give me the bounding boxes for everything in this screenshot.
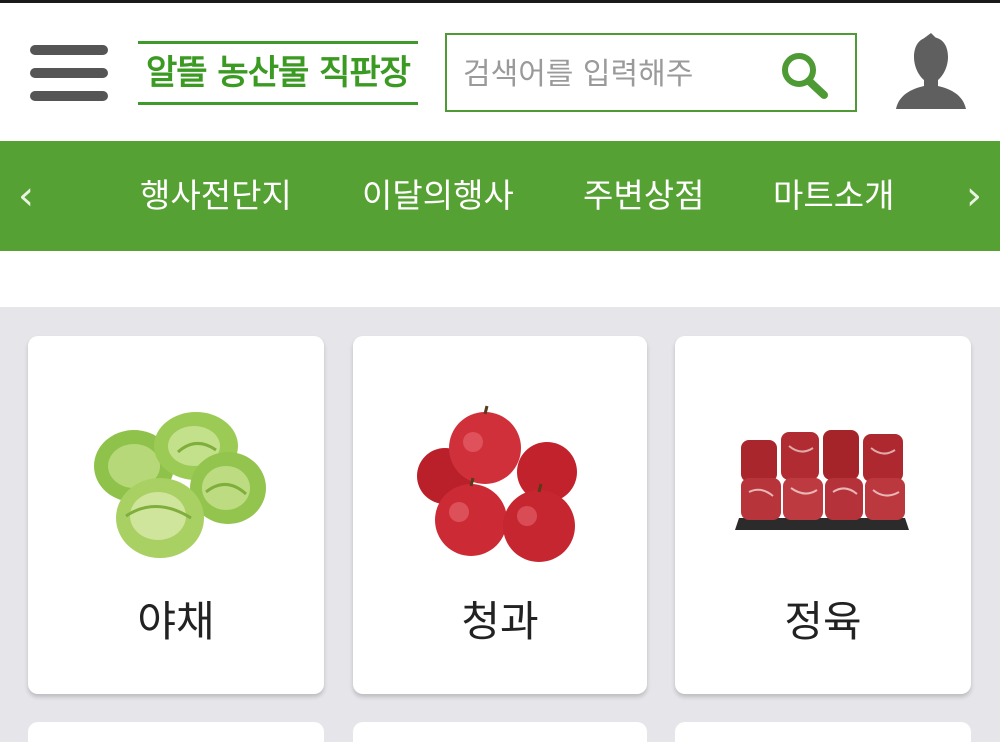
logo[interactable]: 알뜰 농산물 직판장	[138, 41, 418, 105]
category-label: 청과	[461, 597, 539, 646]
category-card-next-row	[675, 722, 971, 742]
category-card-vegetables[interactable]: 야채	[28, 336, 324, 694]
logo-text: 알뜰 농산물 직판장	[146, 53, 411, 93]
nav-item-mart-intro[interactable]: 마트소개	[773, 141, 894, 251]
category-card-next-row	[353, 722, 647, 742]
search-icon[interactable]	[777, 49, 833, 101]
category-card-meat[interactable]: 정육	[675, 336, 971, 694]
user-avatar-icon[interactable]	[893, 33, 969, 113]
category-card-fruits[interactable]: 청과	[353, 336, 647, 694]
nav-item-monthly-event[interactable]: 이달의행사	[362, 141, 514, 251]
menu-icon-bar-middle	[30, 68, 108, 78]
category-nav-bar: ‹ 행사전단지 이달의행사 주변상점 마트소개 ›	[0, 141, 1000, 251]
menu-button[interactable]	[30, 43, 108, 103]
meat-image-icon	[735, 430, 909, 530]
nav-item-nearby-stores[interactable]: 주변상점	[583, 141, 704, 251]
category-label: 정육	[784, 597, 862, 646]
nav-prev-arrow-icon[interactable]: ‹	[4, 141, 48, 251]
logo-rule-bottom	[138, 102, 418, 105]
category-card-next-row	[28, 722, 324, 742]
app-header: 알뜰 농산물 직판장	[0, 3, 1000, 141]
spacer	[0, 251, 1000, 307]
apple-image-icon	[417, 405, 577, 562]
cabbage-image-icon	[94, 412, 266, 558]
menu-icon-bar-bottom	[30, 91, 108, 101]
search-box	[445, 33, 857, 112]
logo-rule-top	[138, 41, 418, 44]
search-input[interactable]	[461, 47, 765, 101]
menu-icon-bar-top	[30, 45, 108, 55]
nav-next-arrow-icon[interactable]: ›	[952, 141, 996, 251]
nav-item-flyer[interactable]: 행사전단지	[140, 141, 292, 251]
category-label: 야채	[137, 597, 215, 646]
